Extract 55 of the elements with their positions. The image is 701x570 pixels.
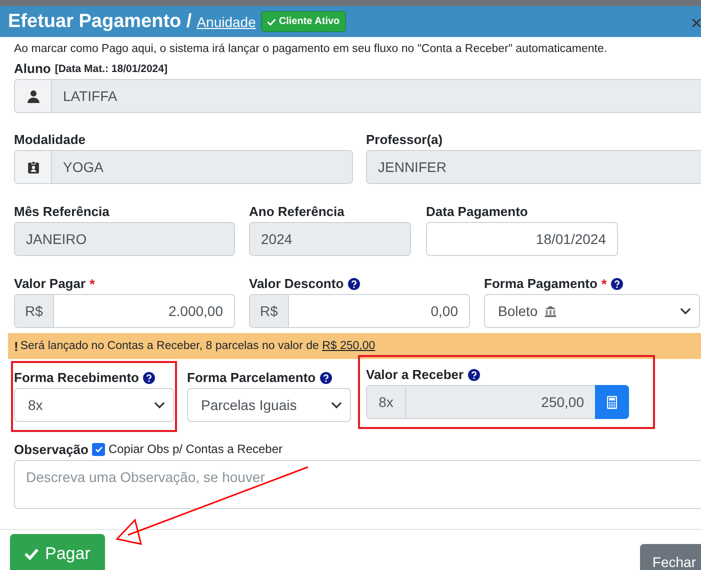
help-icon[interactable]	[320, 372, 332, 384]
bank-icon	[544, 304, 557, 318]
info-text: Ao marcar como Pago aqui, o sistema irá lançar o pagamento em seu fluxo no "Conta a Receber" automaticamente.	[14, 43, 608, 55]
warning-text: Será lançado no Contas a Receber, 8 parcelas no valor de R$ 250,00	[20, 340, 376, 352]
required-mark: *	[90, 276, 95, 292]
field-label: Forma Recebimento	[14, 370, 139, 385]
notes-field[interactable]: Descreva uma Observação, se houver	[14, 460, 701, 509]
student-field[interactable]: LATIFFA	[14, 79, 701, 113]
caret-icon	[680, 307, 691, 315]
installment-type-select[interactable]: Parcelas Iguais	[187, 388, 351, 422]
status-badge: Cliente Ativo	[260, 11, 346, 32]
help-icon[interactable]	[348, 278, 360, 290]
month-field[interactable]: JANEIRO	[14, 222, 235, 256]
amount-field[interactable]: R$ 2.000,00	[14, 294, 235, 328]
checkbox-label: Copiar Obs p/ Contas a Receber	[108, 442, 283, 456]
close-button[interactable]: Fechar	[640, 544, 701, 570]
caret-icon	[331, 401, 342, 409]
modality-field[interactable]: YOGA	[14, 150, 353, 184]
field-label: Modalidade	[14, 132, 86, 147]
teacher-field[interactable]: JENNIFER	[366, 150, 701, 184]
installment-value-field[interactable]: 8x 250,00	[366, 385, 595, 419]
installments-select[interactable]: 8x	[14, 388, 174, 422]
plan-link[interactable]: Anuidade	[196, 14, 256, 30]
copy-checkbox[interactable]	[92, 442, 106, 456]
help-icon[interactable]	[610, 278, 623, 290]
field-label: Aluno	[14, 61, 51, 76]
field-label: Valor a Receber	[366, 367, 464, 382]
discount-field[interactable]: R$ 0,00	[249, 294, 470, 328]
field-label: Forma Pagamento	[484, 276, 598, 291]
field-label: Professor(a)	[366, 132, 443, 147]
check-icon	[24, 548, 39, 560]
modal-title: Efetuar Pagamento /	[8, 10, 192, 32]
calculator-icon	[607, 396, 617, 408]
field-label: Valor Pagar	[14, 276, 86, 291]
caret-icon	[154, 401, 165, 409]
required-mark: *	[601, 276, 607, 292]
field-label: Valor Desconto	[249, 276, 344, 291]
help-icon[interactable]	[468, 368, 480, 380]
close-icon[interactable]	[692, 17, 701, 29]
enrollment-date-note: [Data Mat.: 18/01/2024]	[54, 62, 168, 74]
field-label: Ano Referência	[249, 204, 344, 219]
field-label: Mês Referência	[14, 204, 110, 219]
id-badge-icon	[26, 160, 40, 174]
checkmark-icon	[94, 446, 103, 452]
warning-mark: !	[14, 338, 18, 354]
field-label: Forma Parcelamento	[187, 370, 316, 385]
payment-date-field[interactable]: 18/01/2024	[426, 222, 618, 256]
calculator-button[interactable]	[595, 385, 629, 419]
check-icon	[266, 18, 276, 26]
payment-method-select[interactable]: Boleto	[484, 294, 700, 328]
year-field[interactable]: 2024	[249, 222, 411, 256]
person-icon	[26, 90, 40, 102]
field-label: Data Pagamento	[426, 204, 528, 219]
field-label: Observação	[14, 442, 88, 456]
help-icon[interactable]	[142, 372, 155, 384]
